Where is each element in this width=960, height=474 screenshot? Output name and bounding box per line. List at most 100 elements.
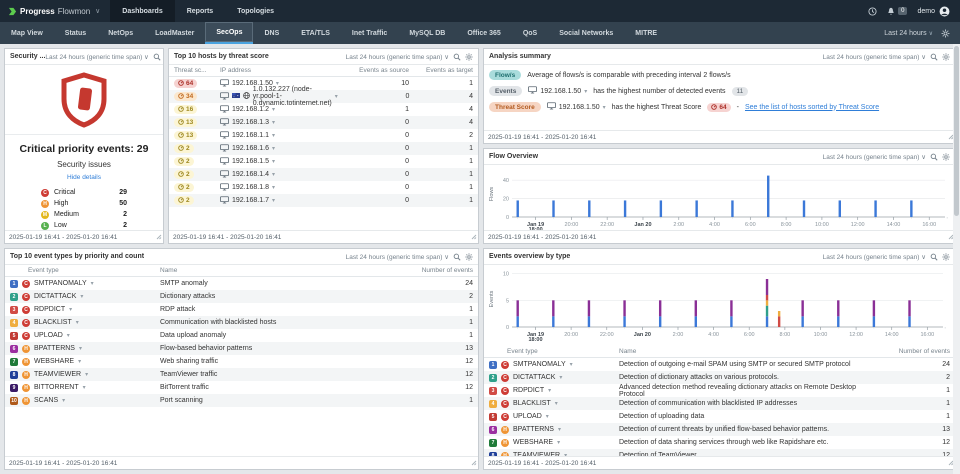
- chevron-down-icon[interactable]: ▾: [272, 158, 275, 165]
- ip-address-cell[interactable]: 192.168.1.1▾: [220, 131, 337, 141]
- chevron-down-icon[interactable]: ▾: [76, 319, 79, 326]
- chevron-down-icon[interactable]: ▾: [272, 184, 275, 191]
- ip-address-cell[interactable]: 192.168.1.6▾: [220, 144, 337, 154]
- nav-tab-status[interactable]: Status: [54, 22, 97, 44]
- nav-tab-map-view[interactable]: Map View: [0, 22, 54, 44]
- search-icon[interactable]: [153, 53, 161, 61]
- event-type-cell[interactable]: 1CSMTPANOMALY▾: [10, 280, 160, 288]
- top-menu-item-topologies[interactable]: Topologies: [225, 0, 286, 22]
- brand-chevron-down-icon[interactable]: ∨: [95, 7, 100, 15]
- page-scrollbar[interactable]: [953, 44, 960, 474]
- ip-address-cell[interactable]: 192.168.1.4▾: [220, 170, 337, 180]
- nav-tab-netops[interactable]: NetOps: [97, 22, 144, 44]
- chevron-down-icon[interactable]: ▾: [570, 361, 573, 368]
- chevron-down-icon[interactable]: ▾: [272, 132, 275, 139]
- search-icon[interactable]: [930, 53, 938, 61]
- brand-logo[interactable]: Progress Flowmon ∨: [0, 7, 110, 16]
- search-icon[interactable]: [930, 153, 938, 161]
- chevron-down-icon[interactable]: ▾: [67, 332, 70, 339]
- ip-address-cell[interactable]: 192.168.1.7▾: [220, 196, 337, 206]
- resize-handle[interactable]: [471, 460, 477, 468]
- chevron-down-icon[interactable]: ▾: [557, 439, 560, 446]
- ip-address-cell[interactable]: 192.168.1.50▾: [528, 86, 587, 96]
- top-menu-item-reports[interactable]: Reports: [175, 0, 225, 22]
- panel-timespan-selector[interactable]: Last 24 hours (generic time span) ∨: [823, 153, 926, 161]
- resize-handle[interactable]: [156, 234, 162, 242]
- clock-icon[interactable]: [868, 7, 877, 16]
- chevron-down-icon[interactable]: ▾: [559, 374, 562, 381]
- search-icon[interactable]: [453, 53, 461, 61]
- chevron-down-icon[interactable]: ▾: [272, 106, 275, 113]
- resize-handle[interactable]: [471, 234, 477, 242]
- events-overview-chart[interactable]: 0510EventsJan 1918:0020:0022:00Jan 202:0…: [486, 267, 949, 341]
- chevron-down-icon[interactable]: ▾: [62, 397, 65, 404]
- chevron-down-icon[interactable]: ▾: [78, 358, 81, 365]
- chevron-down-icon[interactable]: ▾: [272, 197, 275, 204]
- ip-address-cell[interactable]: 192.168.1.2▾: [220, 105, 337, 115]
- event-type-cell[interactable]: 4CBLACKLIST▾: [10, 319, 160, 327]
- event-type-cell[interactable]: 2CDICTATTACK▾: [489, 374, 619, 382]
- chevron-down-icon[interactable]: ▾: [83, 384, 86, 391]
- chevron-down-icon[interactable]: ▾: [546, 413, 549, 420]
- event-type-cell[interactable]: 2CDICTATTACK▾: [10, 293, 160, 301]
- event-type-cell[interactable]: 10HSCANS▾: [10, 397, 160, 405]
- ip-address-cell[interactable]: 192.168.1.8▾: [220, 183, 337, 193]
- event-type-cell[interactable]: 1CSMTPANOMALY▾: [489, 361, 619, 369]
- nav-tab-mitre[interactable]: MITRE: [624, 22, 668, 44]
- nav-tab-office-365[interactable]: Office 365: [456, 22, 511, 44]
- user-menu[interactable]: demo: [917, 6, 950, 17]
- notifications-button[interactable]: 0: [887, 7, 907, 16]
- ip-address-cell[interactable]: 192.168.1.3▾: [220, 118, 337, 128]
- event-type-cell[interactable]: 6HBPATTERNS▾: [10, 345, 160, 353]
- search-icon[interactable]: [930, 253, 938, 261]
- top-menu-item-dashboards[interactable]: Dashboards: [110, 0, 174, 22]
- event-type-cell[interactable]: 8HTEAMVIEWER▾: [10, 371, 160, 379]
- gear-icon[interactable]: [465, 53, 473, 61]
- event-type-cell[interactable]: 5CUPLOAD▾: [10, 332, 160, 340]
- gear-icon[interactable]: [942, 153, 950, 161]
- event-type-cell[interactable]: 6HBPATTERNS▾: [489, 426, 619, 434]
- ip-address-cell[interactable]: 192.168.1.5▾: [220, 157, 337, 167]
- chevron-down-icon[interactable]: ▾: [80, 293, 83, 300]
- chevron-down-icon[interactable]: ▾: [603, 104, 606, 111]
- search-icon[interactable]: [453, 253, 461, 261]
- event-type-cell[interactable]: 9HBITTORRENT▾: [10, 384, 160, 392]
- nav-tab-social-networks[interactable]: Social Networks: [548, 22, 624, 44]
- scrollbar-thumb[interactable]: [954, 46, 959, 216]
- chevron-down-icon[interactable]: ▾: [85, 371, 88, 378]
- chevron-down-icon[interactable]: ▾: [558, 426, 561, 433]
- chevron-down-icon[interactable]: ▾: [69, 306, 72, 313]
- ip-address-cell[interactable]: 192.168.1.50▾: [547, 102, 606, 112]
- panel-timespan-selector[interactable]: Last 24 hours (generic time span) ∨: [823, 253, 926, 261]
- event-type-cell[interactable]: 7HWEBSHARE▾: [10, 358, 160, 366]
- gear-icon[interactable]: [942, 253, 950, 261]
- nav-tab-eta-tls[interactable]: ETA/TLS: [290, 22, 341, 44]
- chevron-down-icon[interactable]: ▾: [91, 280, 94, 287]
- flow-overview-chart[interactable]: 02040FlowsJan 1918:0020:0022:00Jan 202:0…: [486, 167, 951, 230]
- chevron-down-icon[interactable]: ▾: [272, 171, 275, 178]
- event-type-cell[interactable]: 5CUPLOAD▾: [489, 413, 619, 421]
- hide-details-link[interactable]: Hide details: [5, 174, 163, 181]
- event-type-cell[interactable]: 3CRDPDICT▾: [489, 387, 619, 395]
- panel-timespan-selector[interactable]: Last 24 hours (generic time span) ∨: [346, 253, 449, 261]
- nav-tab-dns[interactable]: DNS: [253, 22, 290, 44]
- chevron-down-icon[interactable]: ▾: [555, 400, 558, 407]
- event-type-cell[interactable]: 3CRDPDICT▾: [10, 306, 160, 314]
- chevron-down-icon[interactable]: ▾: [272, 119, 275, 126]
- time-range-selector[interactable]: Last 24 hours ∨: [884, 30, 933, 37]
- threat-score-list-link[interactable]: See the list of hosts sorted by Threat S…: [745, 104, 879, 111]
- chevron-down-icon[interactable]: ▾: [272, 145, 275, 152]
- chevron-down-icon[interactable]: ▾: [584, 88, 587, 95]
- panel-timespan-selector[interactable]: Last 24 hours (generic time span) ∨: [823, 53, 926, 61]
- nav-tab-qos[interactable]: QoS: [512, 22, 548, 44]
- nav-tab-loadmaster[interactable]: LoadMaster: [144, 22, 205, 44]
- chevron-down-icon[interactable]: ▾: [548, 387, 551, 394]
- nav-tab-inet-traffic[interactable]: Inet Traffic: [341, 22, 398, 44]
- panel-timespan-selector[interactable]: Last 24 hours (generic time span) ∨: [346, 53, 449, 61]
- panel-timespan-selector[interactable]: Last 24 hours (generic time span) ∨: [45, 53, 148, 61]
- event-type-cell[interactable]: 7HWEBSHARE▾: [489, 439, 619, 447]
- chevron-down-icon[interactable]: ▾: [79, 345, 82, 352]
- gear-icon[interactable]: [942, 53, 950, 61]
- event-type-cell[interactable]: 4CBLACKLIST▾: [489, 400, 619, 408]
- settings-gear-icon[interactable]: [941, 29, 950, 38]
